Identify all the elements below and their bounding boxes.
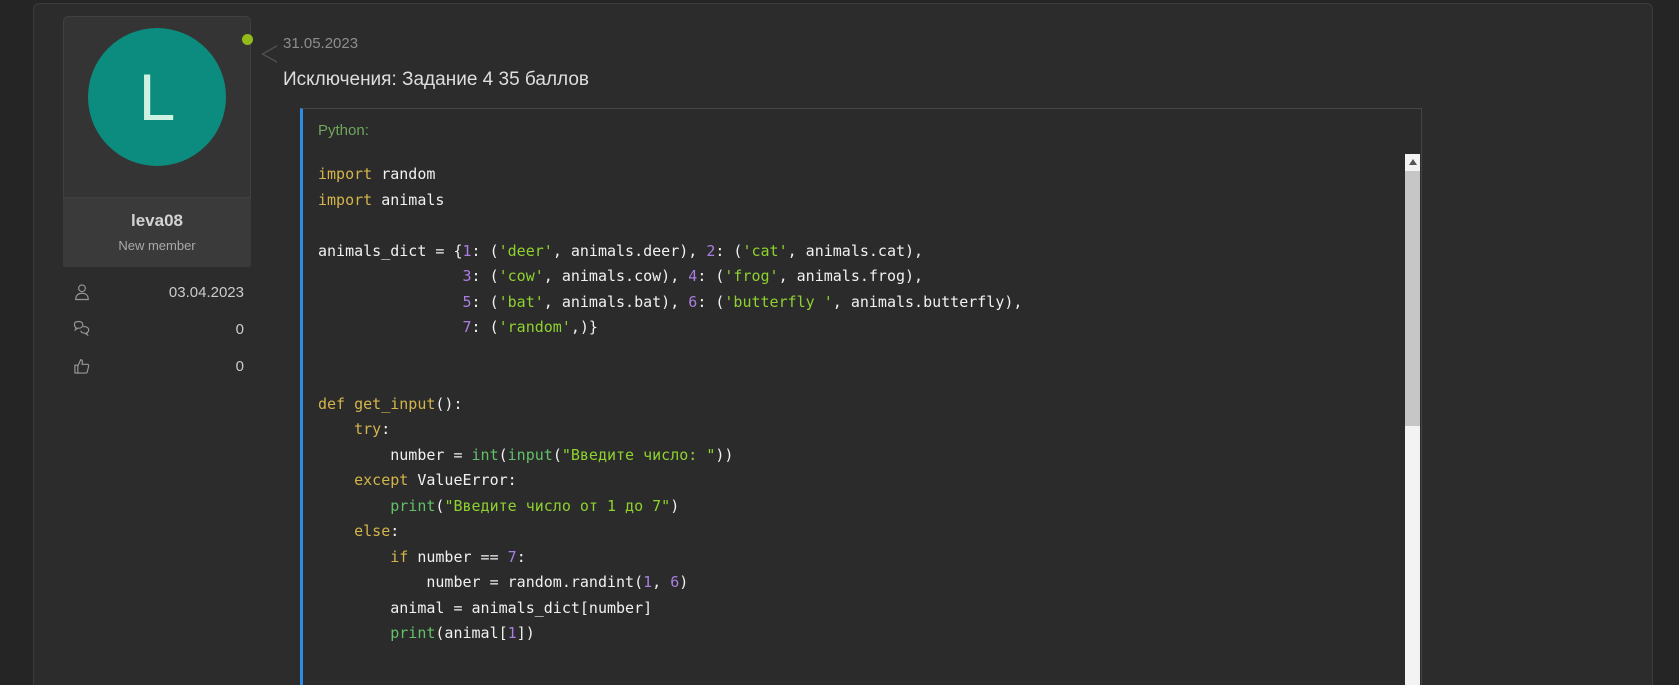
user-sidebar: L leva08 New member 03.04.2023 0 [63, 16, 251, 392]
scrollbar-up-button[interactable] [1405, 154, 1420, 170]
code-line: print(animal[1]) [318, 621, 1404, 647]
post-date-link[interactable]: 31.05.2023 [283, 4, 358, 52]
code-line: import random [318, 162, 1404, 188]
stat-row-joined: 03.04.2023 [72, 281, 247, 303]
code-language-label: Python: [303, 109, 1421, 139]
code-lines: import randomimport animals animals_dict… [318, 162, 1404, 647]
user-stats: 03.04.2023 0 0 [63, 267, 251, 377]
avatar[interactable]: L [88, 28, 226, 166]
messages-count-value: 0 [236, 321, 247, 338]
scrollbar-thumb[interactable] [1405, 171, 1420, 426]
avatar-box: L [63, 16, 251, 198]
code-line: def get_input(): [318, 392, 1404, 418]
user-name-panel: leva08 New member [63, 198, 251, 267]
code-line: animals_dict = {1: ('deer', animals.deer… [318, 239, 1404, 265]
code-scroll-area[interactable]: import randomimport animals animals_dict… [303, 153, 1404, 685]
code-line: print("Введите число от 1 до 7") [318, 494, 1404, 520]
post-title: Исключения: Задание 4 35 баллов [283, 69, 1638, 91]
likes-icon [72, 356, 92, 376]
code-line: else: [318, 519, 1404, 545]
code-line [318, 213, 1404, 239]
online-indicator-dot [242, 34, 253, 45]
message-card: L leva08 New member 03.04.2023 0 [33, 3, 1653, 685]
messages-icon [72, 319, 92, 339]
member-icon [72, 282, 92, 302]
message-content: 31.05.2023 Исключения: Задание 4 35 балл… [283, 4, 1638, 685]
code-line: except ValueError: [318, 468, 1404, 494]
stat-row-messages: 0 [72, 318, 247, 340]
code-scrollbar[interactable] [1405, 154, 1420, 685]
code-line: number = random.randint(1, 6) [318, 570, 1404, 596]
stat-row-likes: 0 [72, 355, 247, 377]
username-link[interactable]: leva08 [69, 211, 245, 231]
code-line [318, 341, 1404, 367]
code-line: 3: ('cow', animals.cow), 4: ('frog', ani… [318, 264, 1404, 290]
code-line: 7: ('random',)} [318, 315, 1404, 341]
code-line: try: [318, 417, 1404, 443]
code-line: if number == 7: [318, 545, 1404, 571]
code-line: number = int(input("Введите число: ")) [318, 443, 1404, 469]
code-line: animal = animals_dict[number] [318, 596, 1404, 622]
arrow-up-icon [1409, 159, 1417, 165]
code-line [318, 366, 1404, 392]
user-role-label: New member [69, 238, 245, 253]
avatar-letter: L [139, 64, 176, 130]
code-block: Python: import randomimport animals anim… [300, 108, 1422, 685]
joined-date-value: 03.04.2023 [169, 284, 247, 301]
code-line: import animals [318, 188, 1404, 214]
likes-count-value: 0 [236, 358, 247, 375]
code-line: 5: ('bat', animals.bat), 6: ('butterfly … [318, 290, 1404, 316]
